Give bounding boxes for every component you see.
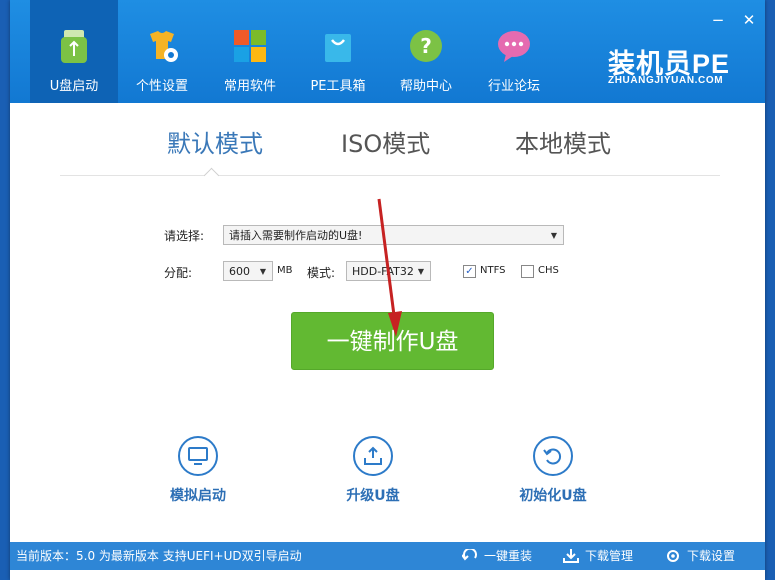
shopping-bag-icon: [325, 34, 351, 62]
alloc-size-select[interactable]: 600 ▼: [223, 261, 273, 281]
ntfs-checkbox[interactable]: ✓: [463, 265, 476, 278]
watermark: www.xiazaiba.com: [660, 520, 763, 533]
nav-help-center[interactable]: ? 帮助中心: [382, 0, 470, 103]
download-icon: [563, 549, 579, 563]
simulate-boot-circle: [178, 436, 218, 476]
upgrade-usb-label: 升级U盘: [346, 488, 400, 504]
alloc-label: 分配:: [164, 266, 193, 280]
select-label: 请选择:: [164, 229, 205, 243]
svg-text:?: ?: [420, 34, 432, 58]
tab-iso-mode[interactable]: ISO模式: [341, 124, 430, 159]
simulate-boot-button[interactable]: 模拟启动: [143, 436, 253, 505]
download-manager-label: 下载管理: [585, 549, 634, 563]
alloc-unit: MB: [277, 265, 293, 276]
tab-local-mode[interactable]: 本地模式: [515, 124, 611, 159]
usb-drive-icon: [61, 30, 87, 63]
nav-label: 常用软件: [223, 79, 276, 94]
header-bar: U盘启动 个性设置 常用软件 PE工具箱 ? 帮助中心 行业论坛 − ✕ 装机员…: [10, 0, 765, 103]
gear-icon: [667, 550, 679, 562]
alloc-size-value: 600: [229, 265, 250, 278]
monitor-icon: [188, 447, 208, 465]
ntfs-label: NTFS: [480, 265, 506, 276]
nav-label: 行业论坛: [487, 79, 540, 94]
init-usb-label: 初始化U盘: [519, 488, 587, 504]
nav-forum[interactable]: 行业论坛: [470, 0, 558, 103]
nav-software[interactable]: 常用软件: [206, 0, 294, 103]
nav-label: U盘启动: [49, 79, 99, 94]
tshirt-gear-icon: [150, 31, 178, 62]
question-icon: ?: [410, 30, 442, 62]
tab-indicator: [203, 167, 220, 184]
brand-url: ZHUANGJIYUAN.COM: [608, 75, 724, 86]
tab-divider: [60, 175, 720, 176]
chat-bubble-icon: [498, 31, 530, 62]
refresh-icon: [543, 448, 561, 465]
red-arrow-annotation: [377, 198, 402, 337]
chevron-down-icon: ▼: [259, 267, 266, 276]
version-status: 当前版本：5.0 为最新版本 支持UEFI+UD双引导启动: [16, 549, 302, 563]
nav-label: PE工具箱: [310, 79, 366, 94]
download-settings-label: 下载设置: [687, 549, 736, 563]
nav-label: 个性设置: [135, 79, 188, 94]
usb-drive-select-value: 请插入需要制作启动的U盘!: [229, 229, 363, 242]
tab-default-mode[interactable]: 默认模式: [167, 124, 263, 159]
close-button[interactable]: ✕: [741, 12, 757, 28]
nav-usb-boot[interactable]: U盘启动: [30, 0, 118, 103]
upgrade-usb-circle: [353, 436, 393, 476]
status-bar: 当前版本：5.0 为最新版本 支持UEFI+UD双引导启动 一键重装 下载管理 …: [10, 542, 765, 570]
nav-personalize[interactable]: 个性设置: [118, 0, 206, 103]
app-window: U盘启动 个性设置 常用软件 PE工具箱 ? 帮助中心 行业论坛 − ✕ 装机员…: [10, 0, 765, 580]
init-usb-circle: [533, 436, 573, 476]
chs-checkbox[interactable]: [521, 265, 534, 278]
init-usb-button[interactable]: 初始化U盘: [498, 436, 608, 505]
upgrade-usb-button[interactable]: 升级U盘: [318, 436, 428, 505]
chs-label: CHS: [538, 265, 559, 276]
nav-label: 帮助中心: [399, 79, 452, 94]
upload-tray-icon: [364, 446, 382, 465]
windows-tiles-icon: [234, 30, 266, 62]
nav-pe-toolbox[interactable]: PE工具箱: [294, 0, 382, 103]
reinstall-icon: [462, 549, 477, 561]
chevron-down-icon: ▼: [417, 267, 424, 276]
mode-label: 模式:: [307, 266, 336, 280]
chevron-down-icon: ▼: [550, 231, 557, 240]
simulate-boot-label: 模拟启动: [170, 488, 226, 504]
reinstall-label: 一键重装: [484, 549, 533, 563]
minimize-button[interactable]: −: [710, 12, 726, 28]
